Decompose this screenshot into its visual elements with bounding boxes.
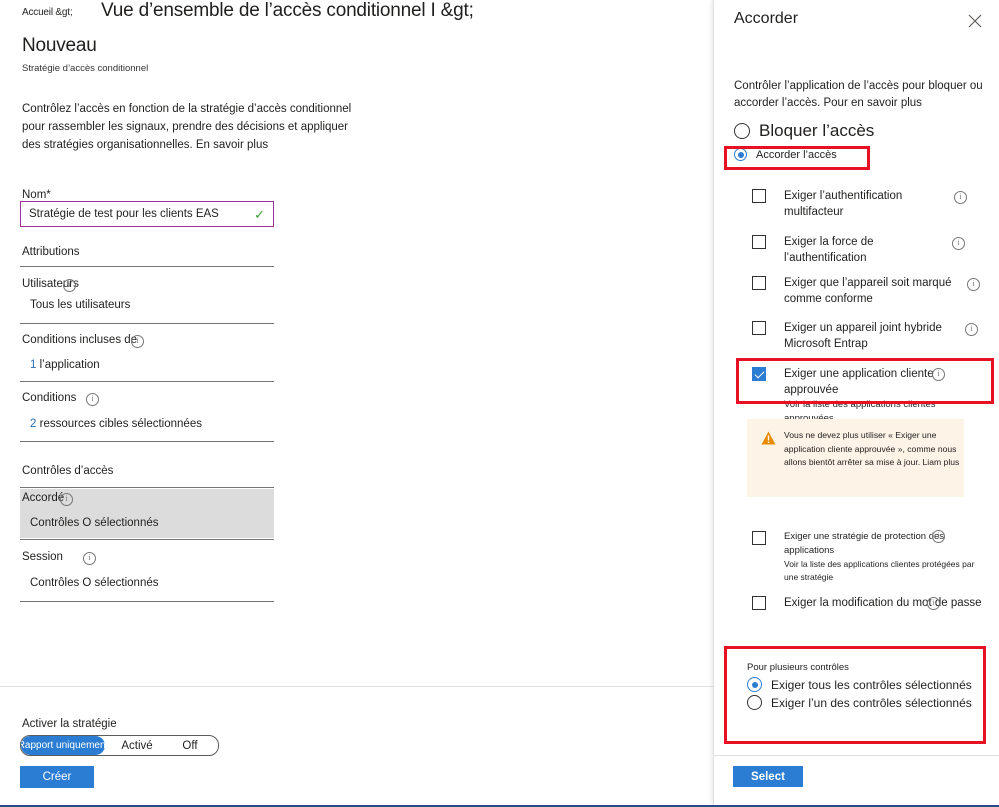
- info-icon[interactable]: [83, 552, 96, 565]
- grant-panel: Accorder Contrôler l’application de l’ac…: [713, 0, 999, 807]
- divider: [20, 381, 274, 382]
- conditions-value[interactable]: 2 ressources cibles sélectionnées: [30, 418, 202, 430]
- checkbox-require-auth-strength[interactable]: Exiger la force de l’authentification: [752, 234, 967, 266]
- divider: [20, 601, 274, 602]
- check-icon: ✓: [254, 206, 265, 222]
- included-conditions-label[interactable]: Conditions incluses de: [22, 334, 137, 346]
- checkbox-icon: [752, 531, 766, 545]
- info-icon[interactable]: [131, 335, 144, 348]
- panel-footer-divider: [714, 755, 999, 756]
- conditions-text: ressources cibles sélectionnées: [39, 418, 202, 430]
- divider: [20, 539, 274, 540]
- toggle-option-on[interactable]: Activé: [107, 736, 167, 755]
- policy-name-input[interactable]: Stratégie de test pour les clients EAS ✓: [20, 201, 274, 227]
- panel-description: Contrôler l’application de l’accès pour …: [734, 80, 983, 109]
- info-icon[interactable]: [86, 393, 99, 406]
- checkbox-icon: [752, 276, 766, 290]
- intro-text: Contrôlez l’accès en fonction de la stra…: [22, 103, 352, 151]
- checkbox-icon: [752, 596, 766, 610]
- warning-banner: Vous ne devez plus utiliser « Exiger une…: [747, 419, 964, 497]
- grant-label[interactable]: Accordé: [22, 492, 64, 504]
- multiple-controls-heading: Pour plusieurs contrôles: [747, 662, 849, 673]
- radio-icon: [747, 695, 762, 710]
- radio-selected-icon: [734, 148, 747, 161]
- select-button[interactable]: Select: [733, 766, 803, 787]
- radio-grant-access-label: Accorder l’accès: [756, 148, 837, 161]
- radio-grant-access[interactable]: Accorder l’accès: [734, 148, 874, 161]
- screen-root: Accueil &gt; Vue d’ensemble de l’accès c…: [0, 0, 999, 807]
- info-icon[interactable]: [952, 237, 965, 250]
- page-subtitle: Stratégie d’accès conditionnel: [22, 63, 149, 74]
- radio-require-all-controls[interactable]: Exiger tous les contrôles sélectionnés: [747, 677, 972, 692]
- checkbox-require-hybrid-joined-device[interactable]: Exiger un appareil joint hybride Microso…: [752, 320, 978, 352]
- page-title-line1: Vue d’ensemble de l’accès conditionnel I…: [101, 0, 474, 21]
- info-icon[interactable]: [967, 278, 980, 291]
- checkbox-require-compliant-device[interactable]: Exiger que l’appareil soit marqué comme …: [752, 275, 980, 307]
- footer-divider: [0, 686, 713, 687]
- checkbox-icon: [752, 189, 766, 203]
- breadcrumb[interactable]: Accueil &gt;: [22, 7, 73, 18]
- create-button[interactable]: Créer: [20, 766, 94, 788]
- info-icon[interactable]: [60, 493, 73, 506]
- checkbox-require-hybrid-joined-device-label: Exiger un appareil joint hybride Microso…: [784, 322, 942, 350]
- checkbox-require-auth-strength-label: Exiger la force de l’authentification: [784, 236, 874, 264]
- grant-value[interactable]: Contrôles O sélectionnés: [30, 517, 158, 529]
- policy-form-pane: Accueil &gt; Vue d’ensemble de l’accès c…: [0, 0, 713, 807]
- warning-text: Vous ne devez plus utiliser « Exiger une…: [784, 430, 960, 467]
- checkbox-require-password-change[interactable]: Exiger la modification du mot de passe: [752, 595, 982, 611]
- toggle-option-report-only[interactable]: Rapport uniquement: [21, 736, 108, 755]
- radio-icon: [734, 123, 750, 139]
- checkbox-require-password-change-label: Exiger la modification du mot de passe: [784, 597, 982, 609]
- radio-selected-icon: [747, 677, 762, 692]
- name-field-label: Nom*: [22, 189, 51, 201]
- page-title-line2: Nouveau: [22, 35, 97, 56]
- radio-require-one-control-label: Exiger l’un des contrôles sélectionnés: [771, 695, 972, 710]
- multiple-controls-group: Pour plusieurs contrôles Exiger tous les…: [747, 662, 972, 710]
- included-conditions-count: 1: [30, 359, 37, 371]
- divider: [20, 266, 274, 267]
- session-value[interactable]: Contrôles O sélectionnés: [30, 577, 158, 589]
- checkbox-require-app-protection-policy[interactable]: Exiger une stratégie de protection des a…: [752, 530, 982, 584]
- info-icon[interactable]: [932, 530, 945, 543]
- checkbox-checked-icon: [752, 367, 766, 381]
- radio-block-access-label: Bloquer l’accès: [759, 121, 875, 140]
- enable-policy-toggle[interactable]: Rapport uniquement Activé Off: [20, 735, 219, 756]
- checkbox-icon: [752, 235, 766, 249]
- access-controls-heading: Contrôles d’accès: [22, 465, 114, 477]
- radio-require-all-controls-label: Exiger tous les contrôles sélectionnés: [771, 677, 972, 692]
- checkbox-icon: [752, 321, 766, 335]
- session-label[interactable]: Session: [22, 551, 63, 563]
- checkbox-require-mfa-label: Exiger l’authentification multifacteur: [784, 190, 903, 218]
- divider: [20, 487, 274, 488]
- info-icon[interactable]: [932, 368, 945, 381]
- panel-title: Accorder: [734, 10, 799, 27]
- info-icon[interactable]: [63, 279, 76, 292]
- included-conditions-value[interactable]: 1 l’application: [30, 359, 100, 371]
- checkbox-require-app-protection-policy-label: Exiger une stratégie de protection des a…: [784, 531, 945, 556]
- checkbox-require-approved-client-app-label: Exiger une application cliente approuvée: [784, 368, 934, 396]
- policy-name-value: Stratégie de test pour les clients EAS: [29, 208, 219, 220]
- toggle-option-off[interactable]: Off: [167, 736, 213, 755]
- radio-require-one-control[interactable]: Exiger l’un des contrôles sélectionnés: [747, 695, 972, 710]
- conditions-count: 2: [30, 418, 37, 430]
- radio-block-access[interactable]: Bloquer l’accès: [734, 121, 874, 141]
- checkbox-require-approved-client-app[interactable]: Exiger une application cliente approuvée…: [752, 366, 982, 426]
- conditions-label[interactable]: Conditions: [22, 392, 76, 404]
- warning-triangle-icon: [761, 431, 776, 445]
- info-icon[interactable]: [927, 597, 940, 610]
- included-conditions-text: l’application: [39, 359, 100, 371]
- checkbox-require-compliant-device-label: Exiger que l’appareil soit marqué comme …: [784, 277, 952, 305]
- access-mode-options: Bloquer l’accès Accorder l’accès: [734, 121, 874, 161]
- close-icon[interactable]: [966, 12, 984, 30]
- info-icon[interactable]: [965, 323, 978, 336]
- activate-policy-label: Activer la stratégie: [22, 718, 117, 730]
- checkbox-require-mfa[interactable]: Exiger l’authentification multifacteur: [752, 188, 967, 220]
- info-icon[interactable]: [954, 191, 967, 204]
- divider: [20, 441, 274, 442]
- divider: [20, 323, 274, 324]
- assignments-heading: Attributions: [22, 246, 80, 258]
- users-row-value[interactable]: Tous les utilisateurs: [30, 299, 130, 311]
- protected-client-apps-link[interactable]: Voir la liste des applications clientes …: [784, 558, 984, 584]
